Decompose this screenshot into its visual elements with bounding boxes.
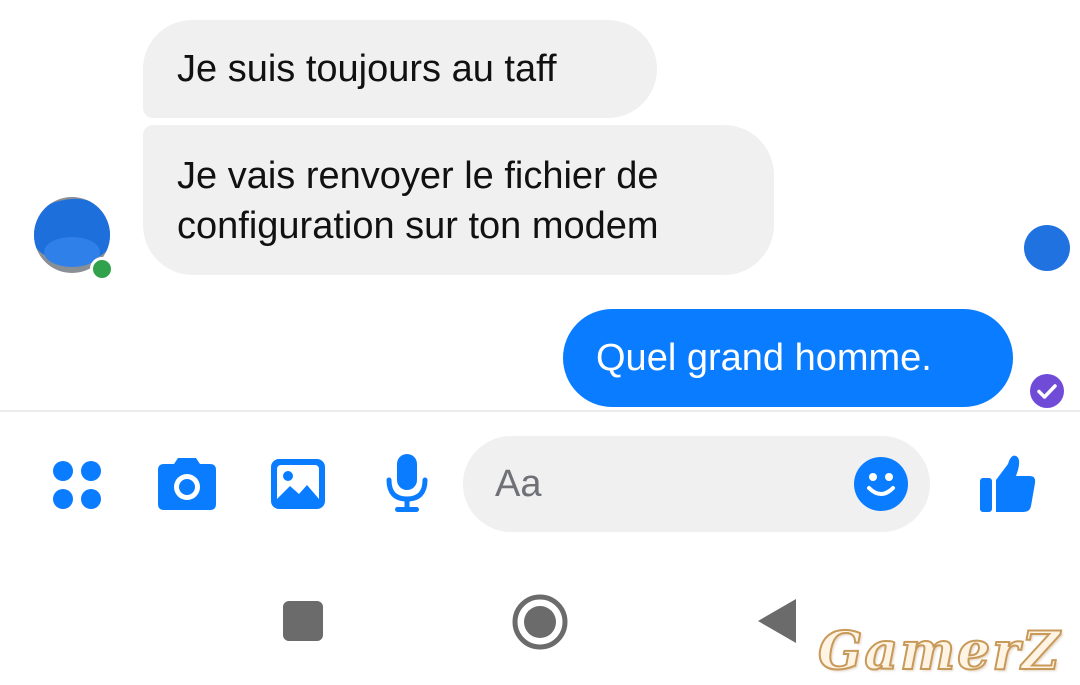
gallery-icon[interactable] [270,458,326,510]
watermark-logo: GamerZ [817,621,1062,683]
sent-check-icon [1030,374,1064,408]
message-text-line: configuration sur ton modem [177,205,659,247]
incoming-message-bubble[interactable]: Je vais renvoyer le fichier de configura… [143,125,774,275]
seen-receipt-avatar [1024,225,1070,271]
apps-grid-icon[interactable] [50,458,104,512]
message-composer[interactable] [463,436,930,532]
messenger-screen: Je suis toujours au taff Je vais renvoye… [0,0,1080,685]
microphone-icon[interactable] [384,452,430,514]
back-triangle-icon[interactable] [756,597,798,645]
composer-divider [0,410,1080,412]
message-input[interactable] [495,458,855,510]
incoming-message-bubble[interactable]: Je suis toujours au taff [143,20,657,118]
message-text: Quel grand homme. [596,337,932,379]
recents-square-icon[interactable] [282,600,324,642]
camera-icon[interactable] [156,458,218,512]
emoji-icon[interactable] [853,456,909,512]
online-status-dot [90,257,114,281]
message-text: Je suis toujours au taff [177,48,557,90]
home-circle-icon[interactable] [511,593,569,651]
thumbs-up-icon[interactable] [978,452,1038,514]
message-text-line: Je vais renvoyer le fichier de [177,155,659,197]
outgoing-message-bubble[interactable]: Quel grand homme. [563,309,1013,407]
